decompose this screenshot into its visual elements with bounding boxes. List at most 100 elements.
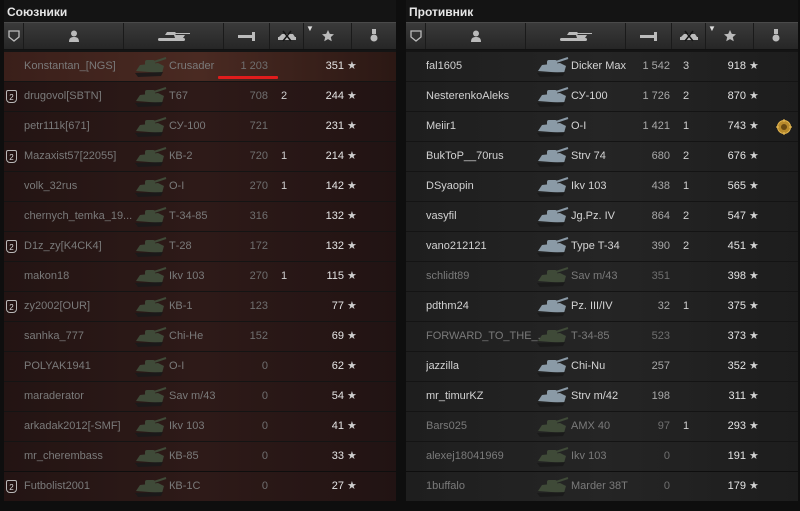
score-value: 115 bbox=[326, 270, 344, 282]
platoon-cell bbox=[408, 322, 422, 351]
vehicle-icon bbox=[132, 174, 168, 199]
player-row[interactable]: mr_cherembass КВ-85 0 33 ★ bbox=[4, 442, 396, 471]
vehicle-name: Pz. III/IV bbox=[571, 300, 613, 312]
player-row[interactable]: vano212121 Type T-34 390 2 451 ★ bbox=[406, 232, 798, 261]
vehicle-name: Chi-Nu bbox=[571, 360, 606, 372]
damage-value: 1 726 bbox=[642, 90, 670, 102]
player-name: pdthm24 bbox=[426, 300, 469, 312]
damage-column-header[interactable] bbox=[626, 23, 672, 49]
kills-column-header[interactable] bbox=[672, 23, 706, 49]
vehicle-icon bbox=[132, 84, 168, 109]
player-row[interactable]: vasyfil Jg.Pz. IV 864 2 547 ★ bbox=[406, 202, 798, 231]
vehicle-name: Dicker Max bbox=[571, 60, 627, 72]
platoon-cell: 2 bbox=[6, 472, 20, 501]
player-column-header[interactable] bbox=[426, 23, 526, 49]
score-value: 142 bbox=[325, 180, 344, 192]
player-name: petr111k[671] bbox=[24, 120, 90, 132]
player-row[interactable]: arkadak2012[-SMF] Ikv 103 0 41 ★ bbox=[4, 412, 396, 441]
kills-value bbox=[274, 232, 294, 261]
damage-value: 720 bbox=[249, 150, 268, 162]
star-icon: ★ bbox=[347, 150, 357, 162]
platoon-icon: 2 bbox=[6, 150, 17, 163]
damage-value: 390 bbox=[651, 240, 670, 252]
player-row[interactable]: 2 Futbolist2001 КВ-1С 0 27 ★ bbox=[4, 472, 396, 501]
player-row[interactable]: 2 Mazaxist57[22055] КВ-2 720 1 214 ★ bbox=[4, 142, 396, 171]
score-value: 451 bbox=[727, 240, 746, 252]
player-row[interactable]: BukToP__70rus Strv 74 680 2 676 ★ bbox=[406, 142, 798, 171]
damage-value: 0 bbox=[261, 390, 268, 402]
player-row[interactable]: mr_timurKZ Strv m/42 198 311 ★ bbox=[406, 382, 798, 411]
player-row[interactable]: petr111k[671] СУ-100 721 231 ★ bbox=[4, 112, 396, 141]
player-row[interactable]: 1buffalo Marder 38T 0 179 ★ bbox=[406, 472, 798, 501]
kills-icon bbox=[277, 30, 296, 42]
player-row[interactable]: Meiir1 O-I 1 421 1 743 ★ bbox=[406, 112, 798, 141]
player-column-header[interactable] bbox=[24, 23, 124, 49]
player-row[interactable]: DSyaopin Ikv 103 438 1 565 ★ bbox=[406, 172, 798, 201]
player-row[interactable]: volk_32rus O-I 270 1 142 ★ bbox=[4, 172, 396, 201]
score-column-header[interactable]: ▼ bbox=[706, 23, 754, 49]
damage-value: 0 bbox=[261, 360, 268, 372]
player-row[interactable]: fal1605 Dicker Max 1 542 3 918 ★ bbox=[406, 52, 798, 81]
score-value: 352 bbox=[727, 360, 746, 372]
player-name: DSyaopin bbox=[426, 180, 474, 192]
player-row[interactable]: Konstantan_[NGS] Crusader 1 203 351 ★ bbox=[4, 52, 396, 81]
vehicle-name: Sav m/43 bbox=[169, 390, 216, 402]
score-column-header[interactable]: ▼ bbox=[304, 23, 352, 49]
player-row[interactable]: FORWARD_TO_THE_... Т-34-85 523 373 ★ bbox=[406, 322, 798, 351]
platoon-column-header[interactable] bbox=[406, 23, 426, 49]
medal-icon[interactable] bbox=[776, 118, 792, 135]
player-row[interactable]: sanhka_777 Chi-He 152 69 ★ bbox=[4, 322, 396, 351]
score-value: 179 bbox=[727, 480, 746, 492]
vehicle-icon bbox=[132, 144, 168, 169]
platoon-cell bbox=[408, 472, 422, 501]
platoon-cell bbox=[6, 262, 20, 291]
star-icon: ★ bbox=[347, 90, 357, 102]
player-row[interactable]: schlidt89 Sav m/43 351 398 ★ bbox=[406, 262, 798, 291]
vehicle-icon bbox=[534, 264, 570, 289]
sort-arrow-icon: ▼ bbox=[708, 24, 716, 33]
player-name: makon18 bbox=[24, 270, 70, 282]
player-row[interactable]: makon18 Ikv 103 270 1 115 ★ bbox=[4, 262, 396, 291]
player-row[interactable]: 2 zy2002[OUR] КВ-1 123 77 ★ bbox=[4, 292, 396, 321]
medal-column-header[interactable] bbox=[754, 23, 798, 49]
player-name: schlidt89 bbox=[426, 270, 470, 282]
vehicle-icon bbox=[534, 144, 570, 169]
platoon-icon bbox=[409, 30, 422, 42]
vehicle-icon bbox=[534, 474, 570, 499]
star-icon: ★ bbox=[347, 120, 357, 132]
allies-title: Союзники bbox=[7, 5, 68, 19]
damage-value: 123 bbox=[249, 300, 268, 312]
damage-value: 523 bbox=[651, 330, 670, 342]
player-row[interactable]: POLYAK1941 O-I 0 62 ★ bbox=[4, 352, 396, 381]
player-row[interactable]: chernych_temka_19... Т-34-85 316 132 ★ bbox=[4, 202, 396, 231]
player-row[interactable]: maraderator Sav m/43 0 54 ★ bbox=[4, 382, 396, 411]
vehicle-column-header[interactable] bbox=[124, 23, 224, 49]
vehicle-icon bbox=[534, 294, 570, 319]
player-row[interactable]: pdthm24 Pz. III/IV 32 1 375 ★ bbox=[406, 292, 798, 321]
player-row[interactable]: NesterenkoAleks СУ-100 1 726 2 870 ★ bbox=[406, 82, 798, 111]
player-name: mr_cherembass bbox=[24, 450, 103, 462]
kills-value bbox=[676, 322, 696, 351]
player-row[interactable]: jazzilla Chi-Nu 257 352 ★ bbox=[406, 352, 798, 381]
player-row[interactable]: Bars025 AMX 40 97 1 293 ★ bbox=[406, 412, 798, 441]
kills-value bbox=[274, 442, 294, 471]
kills-column-header[interactable] bbox=[270, 23, 304, 49]
player-name: arkadak2012[-SMF] bbox=[24, 420, 121, 432]
vehicle-name: O-I bbox=[169, 360, 185, 372]
vehicle-name: Strv m/42 bbox=[571, 390, 619, 402]
damage-column-header[interactable] bbox=[224, 23, 270, 49]
medal-column-header[interactable] bbox=[352, 23, 396, 49]
player-row[interactable]: 2 D1z_zy[K4CK4] Т-28 172 132 ★ bbox=[4, 232, 396, 261]
vehicle-name: AMX 40 bbox=[571, 420, 611, 432]
platoon-column-header[interactable] bbox=[4, 23, 24, 49]
vehicle-name: КВ-1 bbox=[169, 300, 193, 312]
kills-value bbox=[676, 442, 696, 471]
vehicle-column-header[interactable] bbox=[526, 23, 626, 49]
player-row[interactable]: 2 drugovol[SBTN] T67 708 2 244 ★ bbox=[4, 82, 396, 111]
kills-value: 2 bbox=[682, 240, 690, 252]
score-value: 244 bbox=[325, 90, 344, 102]
vehicle-name: КВ-85 bbox=[169, 450, 199, 462]
player-row[interactable]: alexej18041969 Ikv 103 0 191 ★ bbox=[406, 442, 798, 471]
platoon-cell bbox=[6, 382, 20, 411]
star-icon: ★ bbox=[347, 210, 357, 222]
